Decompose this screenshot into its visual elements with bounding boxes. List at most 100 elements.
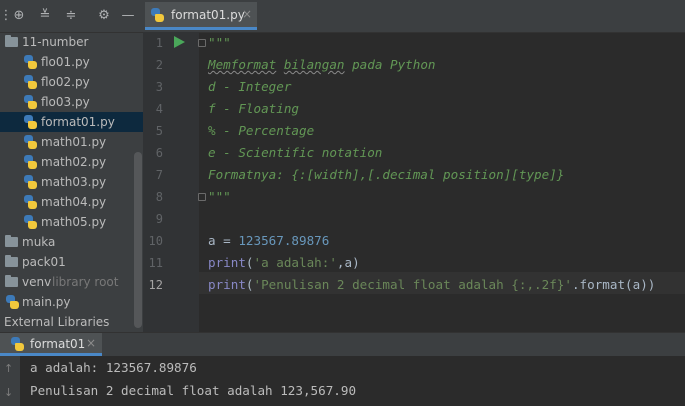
line-number: 12 [148,278,163,292]
tree-file-flo03[interactable]: flo03.py [0,92,143,112]
folder-icon [5,255,18,267]
tree-file-flo01[interactable]: flo01.py [0,52,143,72]
project-toolbar: ⋮ ⊕ ≚ ≑ ⚙ — [0,0,143,33]
tree-folder-venv[interactable]: venv library root [0,272,143,292]
arrow-down-icon[interactable]: ↓ [4,386,13,399]
output-line: Penulisan 2 decimal float adalah 123,567… [30,383,357,398]
tree-item-label: 11-number [22,35,89,49]
tree-folder-11-number[interactable]: 11-number [0,32,143,52]
globe-target-icon[interactable]: ⊕ [11,8,27,24]
output-line: a adalah: 123567.89876 [30,360,197,375]
tree-folder-muka[interactable]: muka [0,232,143,252]
tree-item-label: flo02.py [41,75,90,89]
code-line-12[interactable]: print('Penulisan 2 decimal float adalah … [208,274,655,296]
tree-file-main[interactable]: main.py [0,292,143,312]
arrow-up-icon[interactable]: ↑ [4,362,13,375]
python-file-icon [24,55,37,69]
code-line-5[interactable]: % - Percentage [208,120,314,142]
folder-icon [5,235,18,247]
tree-item-label: math02.py [41,155,107,169]
line-number: 4 [155,102,163,116]
close-icon[interactable]: × [242,7,252,21]
code-builtin: print [208,277,246,292]
project-panel: ⋮ ⊕ ≚ ≑ ⚙ — 11-number flo01.py flo02.py … [0,0,143,332]
line-number: 3 [155,80,163,94]
folder-icon [5,35,18,47]
tree-file-math03[interactable]: math03.py [0,172,143,192]
code-string: 'Penulisan 2 decimal float adalah {:,.2f… [253,277,572,292]
tree-item-label: venv [22,275,52,289]
line-number: 5 [155,124,163,138]
tree-item-label: math04.py [41,195,107,209]
python-file-icon [6,295,19,309]
tree-item-label: main.py [22,295,71,309]
code-builtin: print [208,255,246,270]
tree-item-label: math05.py [41,215,107,229]
tree-file-math01[interactable]: math01.py [0,132,143,152]
run-tab-format01[interactable]: format01 × [0,333,102,356]
python-file-icon [24,175,37,189]
code-line-7[interactable]: Formatnya: {:[width],[.decimal position]… [208,164,564,186]
folder-icon [5,275,18,287]
python-file-icon [24,195,37,209]
code-line-8[interactable]: """ [208,186,231,208]
tree-file-format01[interactable]: format01.py [0,112,143,132]
tree-file-math02[interactable]: math02.py [0,152,143,172]
tab-format01[interactable]: format01.py × [145,2,257,30]
tree-file-math05[interactable]: math05.py [0,212,143,232]
python-file-icon [11,337,24,351]
line-number: 11 [148,256,163,270]
tree-item-label: muka [22,235,56,249]
code-string: 'a adalah:' [253,255,337,270]
line-number: 2 [155,58,163,72]
line-number: 1 [155,36,163,50]
minimize-icon[interactable]: — [120,8,136,24]
code-var: a = [208,233,239,248]
tree-file-math04[interactable]: math04.py [0,192,143,212]
line-number: 6 [155,146,163,160]
expand-all-icon[interactable]: ≚ [37,8,53,24]
tree-item-label: math03.py [41,175,107,189]
code-rest: ,a) [336,255,360,270]
code-line-6[interactable]: e - Scientific notation [208,142,382,164]
tree-item-label: External Libraries [4,315,110,329]
code-line-11[interactable]: print('a adalah:',a) [208,252,360,274]
python-file-icon [24,115,37,129]
run-tab-label: format01 [30,337,86,351]
docstring-text: Memformat bilangan pada Python [208,57,436,72]
python-file-icon [24,215,37,229]
tree-file-flo02[interactable]: flo02.py [0,72,143,92]
code-line-1[interactable]: """ [208,32,231,54]
code-line-2[interactable]: Memformat bilangan pada Python [208,54,436,76]
code-line-4[interactable]: f - Floating [208,98,299,120]
run-side-toolbar: ↑ ↓ [0,356,20,406]
sidebar-scrollbar[interactable] [134,152,142,328]
code-line-3[interactable]: d - Integer [208,76,291,98]
code-paren: ( [245,277,254,292]
python-file-icon [24,135,37,149]
gear-icon[interactable]: ⚙ [96,8,112,24]
line-number: 9 [155,212,163,226]
tree-item-label: math01.py [41,135,107,149]
python-file-icon [24,75,37,89]
collapse-all-icon[interactable]: ≑ [63,8,79,24]
tree-folder-pack01[interactable]: pack01 [0,252,143,272]
tab-label: format01.py [171,8,245,22]
library-root-hint: library root [52,275,119,289]
tree-external-libraries[interactable]: External Libraries [0,312,143,332]
python-file-icon [151,8,164,22]
code-number: 123567.89876 [238,233,330,248]
run-icon[interactable] [174,36,185,48]
line-number: 8 [155,190,163,204]
line-number: 7 [155,168,163,182]
tree-item-label: flo03.py [41,95,90,109]
python-file-icon [24,95,37,109]
line-number: 10 [148,234,163,248]
run-panel-header [0,332,685,357]
fold-icon[interactable] [198,193,206,201]
code-rest: .format(a)) [571,277,656,292]
code-line-10[interactable]: a = 123567.89876 [208,230,329,252]
fold-icon[interactable] [198,39,206,47]
python-file-icon [24,155,37,169]
close-icon[interactable]: × [86,336,96,350]
